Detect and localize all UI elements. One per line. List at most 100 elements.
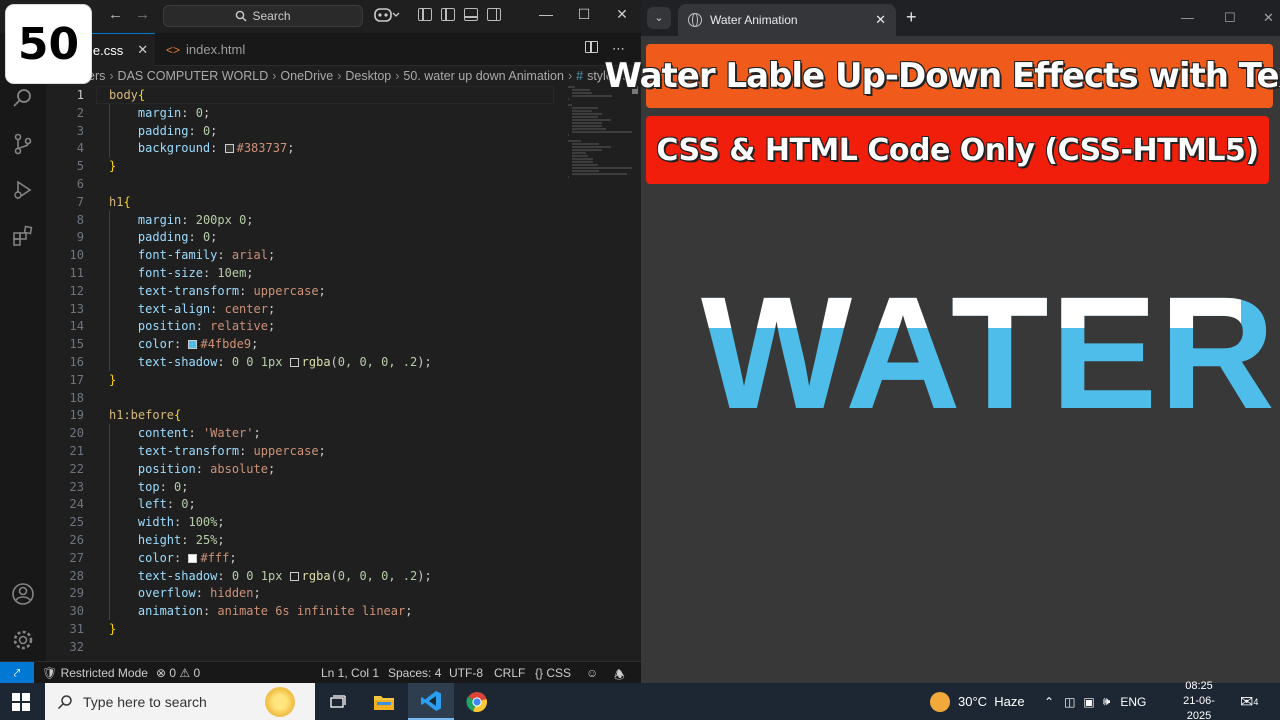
minimap-line bbox=[568, 176, 570, 178]
close-icon[interactable]: ✕ bbox=[137, 42, 148, 58]
code-editor[interactable]: 1 body{2 margin: 0; 3 padding: 0; 4 backgro… bbox=[46, 86, 641, 661]
line-number: 28 bbox=[69, 568, 84, 583]
code-line: text-shadow: 0 0 1px rgba(0, 0, 0, .2); bbox=[137, 355, 432, 369]
line-number: 12 bbox=[69, 283, 84, 298]
browser-tab[interactable]: Water Animation ✕ bbox=[678, 4, 896, 36]
indentation-status[interactable]: Spaces: 4 bbox=[388, 666, 441, 680]
windows-start-icon[interactable] bbox=[12, 693, 30, 711]
maximize-icon[interactable]: ☐ bbox=[565, 6, 603, 23]
notifications-icon[interactable]: ✉ 4 bbox=[1240, 683, 1258, 720]
restricted-mode-status[interactable]: 🛡 Restricted Mode bbox=[42, 666, 148, 680]
indent-guide bbox=[109, 103, 110, 122]
line-number: 16 bbox=[69, 355, 84, 369]
language-mode[interactable]: {} CSS bbox=[535, 666, 571, 680]
breadcrumb-item[interactable]: OneDrive bbox=[280, 69, 333, 83]
color-swatch[interactable] bbox=[188, 340, 198, 350]
vscode-app-icon[interactable] bbox=[408, 683, 454, 720]
close-icon[interactable]: ✕ bbox=[603, 6, 641, 23]
extensions-icon[interactable] bbox=[11, 224, 35, 248]
line-number: 23 bbox=[69, 479, 84, 494]
layout-controls bbox=[418, 8, 501, 21]
tab-search-dropdown-icon[interactable]: ⌄ bbox=[647, 7, 671, 29]
search-icon[interactable] bbox=[11, 86, 35, 110]
input-language[interactable]: ENG bbox=[1120, 695, 1146, 709]
breadcrumb-item[interactable]: 50. water up down Animation bbox=[403, 69, 564, 83]
minimize-icon[interactable]: — bbox=[1181, 10, 1194, 25]
color-swatch[interactable] bbox=[188, 553, 198, 563]
taskbar-search-box[interactable]: Type here to search bbox=[45, 683, 315, 720]
weather-text: 30°C Haze bbox=[958, 694, 1025, 709]
code-line: text-shadow: 0 0 1px rgba(0, 0, 0, .2); bbox=[137, 568, 432, 583]
command-center-search[interactable]: Search bbox=[163, 5, 363, 27]
line-number: 6 bbox=[76, 177, 84, 191]
minimap[interactable] bbox=[568, 86, 634, 178]
forward-arrow-icon[interactable]: → bbox=[135, 6, 150, 23]
more-actions-icon[interactable]: ⋯ bbox=[612, 41, 625, 57]
toggle-secondary-sidebar-icon[interactable] bbox=[487, 8, 501, 21]
code-line: font-family: arial; bbox=[137, 248, 276, 263]
gear-icon[interactable] bbox=[11, 628, 35, 652]
close-tab-icon[interactable]: ✕ bbox=[875, 12, 886, 28]
toggle-primary-sidebar-icon[interactable] bbox=[441, 8, 455, 21]
breadcrumb-item[interactable]: DAS COMPUTER WORLD bbox=[118, 69, 269, 83]
toggle-panel-icon[interactable] bbox=[464, 8, 478, 21]
line-number: 15 bbox=[69, 337, 84, 352]
minimap-line bbox=[572, 119, 611, 121]
back-arrow-icon[interactable]: ← bbox=[108, 6, 123, 23]
minimap-line bbox=[568, 98, 570, 100]
meet-now-icon[interactable]: ◫ bbox=[1064, 695, 1075, 709]
copilot-status-icon[interactable]: ☺ bbox=[586, 666, 598, 680]
split-editor-icon[interactable] bbox=[585, 41, 598, 53]
browser-toolbar bbox=[641, 36, 1280, 40]
minimap-line bbox=[568, 86, 575, 88]
encoding-status[interactable]: UTF-8 bbox=[449, 666, 483, 680]
indent-guide bbox=[109, 531, 110, 549]
layout-customize-icon[interactable] bbox=[418, 8, 432, 21]
indent-guide bbox=[109, 121, 110, 140]
eol-status[interactable]: CRLF bbox=[494, 666, 525, 680]
code-line: } bbox=[109, 372, 117, 387]
copilot-icon[interactable] bbox=[374, 7, 400, 26]
minimap-line bbox=[572, 173, 627, 175]
network-icon[interactable]: ▣ bbox=[1083, 695, 1094, 709]
color-swatch[interactable] bbox=[289, 358, 299, 367]
breadcrumb-item[interactable]: Desktop bbox=[345, 69, 391, 83]
weather-widget[interactable]: 30°C Haze bbox=[930, 683, 1025, 720]
minimap-line bbox=[572, 89, 591, 91]
color-swatch[interactable] bbox=[289, 571, 299, 581]
file-explorer-icon[interactable] bbox=[361, 683, 407, 720]
weather-illustration-icon bbox=[265, 687, 295, 717]
code-line: background: #383737; bbox=[137, 141, 295, 156]
accounts-icon[interactable] bbox=[11, 582, 35, 606]
code-line: text-transform: uppercase; bbox=[137, 444, 326, 458]
minimap-line bbox=[568, 104, 572, 106]
indent-guide bbox=[109, 281, 110, 300]
clock[interactable]: 08:25 21-06-2025 bbox=[1172, 680, 1226, 720]
remote-indicator-icon[interactable]: ⤤ bbox=[0, 662, 34, 684]
problems-status[interactable]: ⊗ 0 ⚠ 0 bbox=[156, 666, 200, 680]
run-debug-icon[interactable] bbox=[11, 178, 35, 202]
maximize-icon[interactable]: ☐ bbox=[1224, 10, 1236, 26]
cursor-position[interactable]: Ln 1, Col 1 bbox=[321, 666, 379, 680]
notification-count: 4 bbox=[1253, 696, 1259, 707]
close-icon[interactable]: ✕ bbox=[1263, 10, 1274, 26]
chevron-up-icon[interactable]: ⌃ bbox=[1044, 695, 1054, 709]
volume-icon[interactable]: 🕪 bbox=[1103, 694, 1111, 709]
title-banner: Water Lable Up-Down Effects with Text bbox=[604, 44, 1280, 108]
chrome-app-icon[interactable] bbox=[454, 683, 500, 720]
minimize-icon[interactable]: — bbox=[527, 6, 565, 23]
line-number: 22 bbox=[69, 461, 84, 476]
code-line: overflow: hidden; bbox=[137, 586, 261, 601]
color-swatch[interactable] bbox=[224, 144, 234, 154]
code-line: color: #fff; bbox=[137, 550, 237, 565]
new-tab-icon[interactable]: + bbox=[906, 7, 917, 28]
minimap-line bbox=[572, 143, 600, 145]
minimap-line bbox=[568, 134, 570, 136]
source-control-icon[interactable] bbox=[11, 132, 35, 156]
line-number: 2 bbox=[76, 105, 84, 120]
task-view-icon[interactable] bbox=[315, 683, 361, 720]
search-label: Search bbox=[252, 9, 291, 23]
status-bar: ⤤ 🛡 Restricted Mode ⊗ 0 ⚠ 0 Ln 1, Col 1 … bbox=[0, 661, 641, 684]
line-number: 14 bbox=[69, 319, 84, 334]
tab-index-html[interactable]: <> index.html bbox=[156, 33, 268, 66]
